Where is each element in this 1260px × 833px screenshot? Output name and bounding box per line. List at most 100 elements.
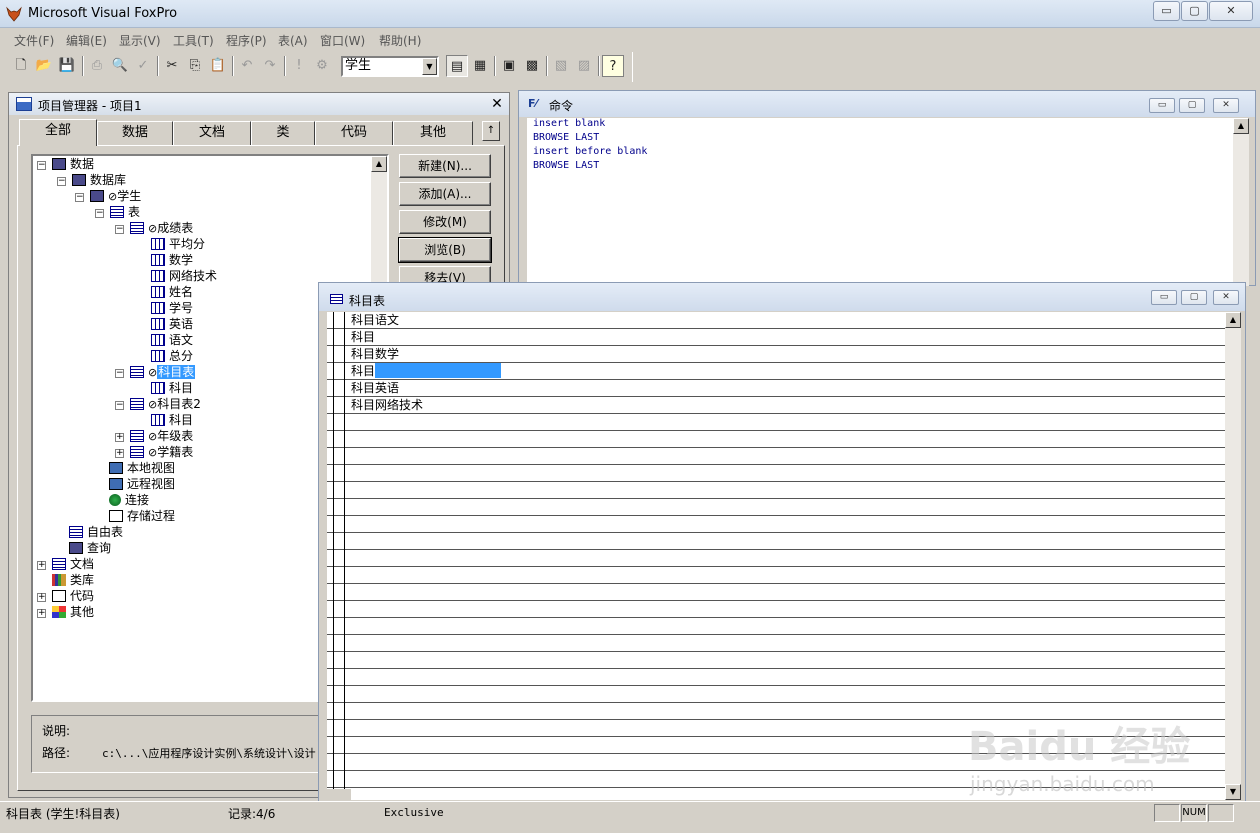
tree-node-grade-table[interactable]: + ⊘年级表	[115, 428, 193, 444]
table-row[interactable]: 科目	[351, 329, 375, 345]
expand-icon[interactable]: +	[37, 609, 46, 618]
maximize-button[interactable]: ▢	[1181, 290, 1207, 305]
menu-window[interactable]: 窗口(W)	[318, 32, 367, 49]
spell-check-icon[interactable]: ✓	[132, 55, 154, 77]
browse-button[interactable]: 浏览(B)	[398, 237, 492, 263]
scroll-up-icon[interactable]: ▲	[371, 156, 387, 172]
tree-node-field[interactable]: 科目	[151, 412, 193, 428]
minimize-button[interactable]: ▭	[1151, 290, 1177, 305]
tree-node-field[interactable]: 数学	[151, 252, 193, 268]
menu-edit[interactable]: 编辑(E)	[64, 32, 109, 49]
form-wizard-icon[interactable]: ▣	[498, 55, 520, 77]
collapse-icon[interactable]: −	[95, 209, 104, 218]
collapse-icon[interactable]: −	[37, 161, 46, 170]
tree-node-field[interactable]: 英语	[151, 316, 193, 332]
tab-scroll-up-icon[interactable]: ↑	[482, 121, 500, 141]
tab-classes[interactable]: 类	[251, 121, 315, 145]
tree-node-local-views[interactable]: 本地视图	[109, 460, 175, 476]
table-row-current[interactable]: 科目	[351, 363, 502, 379]
expand-icon[interactable]: +	[37, 561, 46, 570]
report-wizard-icon[interactable]: ▩	[521, 55, 543, 77]
collapse-icon[interactable]: −	[57, 177, 66, 186]
add-button[interactable]: 添加(A)...	[399, 182, 491, 206]
paste-icon[interactable]: 📋	[207, 55, 229, 77]
cell[interactable]: 科目英语	[351, 381, 399, 395]
tree-node-scores-table[interactable]: − ⊘成绩表	[115, 220, 193, 236]
command-window-icon[interactable]: ▤	[446, 55, 468, 77]
cell[interactable]: 科目网络技术	[351, 398, 423, 412]
menu-file[interactable]: 文件(F)	[12, 32, 56, 49]
tree-node-field[interactable]: 科目	[151, 380, 193, 396]
tree-node-connections[interactable]: 连接	[109, 492, 149, 508]
tree-node-subject2-table[interactable]: − ⊘科目表2	[115, 396, 201, 412]
command-scrollbar[interactable]: ▲	[1233, 118, 1249, 286]
minimize-button[interactable]: ▭	[1149, 98, 1175, 113]
tree-node-code[interactable]: + 代码	[37, 588, 94, 604]
expand-icon[interactable]: +	[37, 593, 46, 602]
save-icon[interactable]: 💾	[56, 55, 78, 77]
menu-tools[interactable]: 工具(T)	[171, 32, 216, 49]
database-select[interactable]: 学生 ▼	[341, 56, 439, 77]
grid-horizontal-scrollbar[interactable]	[327, 789, 351, 800]
table-row[interactable]: 科目数学	[351, 346, 399, 362]
close-button[interactable]: ✕	[1213, 290, 1239, 305]
cut-icon[interactable]: ✂	[161, 55, 183, 77]
cell[interactable]: 科目	[351, 330, 375, 344]
open-icon[interactable]: 📂	[33, 55, 55, 77]
table-row[interactable]: 科目网络技术	[351, 397, 423, 413]
new-button[interactable]: 新建(N)...	[399, 154, 491, 178]
close-button[interactable]: ✕	[1209, 1, 1253, 21]
maximize-button[interactable]: ▢	[1179, 98, 1205, 113]
tab-documents[interactable]: 文档	[173, 121, 251, 145]
tree-node-free-tables[interactable]: 自由表	[69, 524, 123, 540]
minimize-button[interactable]: ▭	[1153, 1, 1180, 21]
redo-icon[interactable]: ↷	[259, 55, 281, 77]
tree-node-class-libs[interactable]: 类库	[52, 572, 94, 588]
tree-node-field[interactable]: 网络技术	[151, 268, 217, 284]
collapse-icon[interactable]: −	[115, 369, 124, 378]
command-editor[interactable]: insert blank BROWSE LAST insert before b…	[527, 118, 1249, 286]
cell-selection[interactable]	[375, 363, 502, 378]
cell[interactable]: 科目数学	[351, 347, 399, 361]
maximize-button[interactable]: ▢	[1181, 1, 1208, 21]
tree-node-database[interactable]: − 数据库	[57, 172, 126, 188]
menu-view[interactable]: 显示(V)	[117, 32, 163, 49]
tab-all[interactable]: 全部	[19, 119, 97, 146]
tree-node-stored-procs[interactable]: 存储过程	[109, 508, 175, 524]
modify-button[interactable]: 修改(M)	[399, 210, 491, 234]
tree-node-field[interactable]: 学号	[151, 300, 193, 316]
new-icon[interactable]: 🗋	[10, 55, 32, 77]
print-preview-icon[interactable]: 🔍	[109, 55, 131, 77]
row-header-column[interactable]	[327, 312, 345, 800]
collapse-icon[interactable]: −	[75, 193, 84, 202]
close-button[interactable]: ✕	[1213, 98, 1239, 113]
autoform-icon[interactable]: ▧	[550, 55, 572, 77]
expand-icon[interactable]: +	[115, 449, 124, 458]
tab-other[interactable]: 其他	[393, 121, 473, 145]
undo-icon[interactable]: ↶	[236, 55, 258, 77]
tree-node-other[interactable]: + 其他	[37, 604, 94, 620]
table-row[interactable]: 科目英语	[351, 380, 399, 396]
menu-help[interactable]: 帮助(H)	[377, 32, 423, 49]
project-manager-close-button[interactable]: ✕	[488, 95, 506, 113]
scroll-down-icon[interactable]: ▼	[1225, 784, 1241, 800]
tree-node-field[interactable]: 总分	[151, 348, 193, 364]
run-icon[interactable]: !	[288, 55, 310, 77]
tree-node-remote-views[interactable]: 远程视图	[109, 476, 175, 492]
modify-form-icon[interactable]: ⚙	[311, 55, 333, 77]
tree-node-field[interactable]: 姓名	[151, 284, 193, 300]
tree-node-data[interactable]: − 数据	[37, 156, 94, 172]
menu-table[interactable]: 表(A)	[276, 32, 310, 49]
tree-node-origin-table[interactable]: + ⊘学籍表	[115, 444, 193, 460]
copy-icon[interactable]: ⎘	[184, 55, 206, 77]
autoreport-icon[interactable]: ▨	[573, 55, 595, 77]
tab-code[interactable]: 代码	[315, 121, 393, 145]
table-row[interactable]: 科目语文	[351, 312, 399, 328]
print-icon[interactable]: ⎙	[86, 55, 108, 77]
tree-node-tables[interactable]: − 表	[95, 204, 140, 220]
chevron-down-icon[interactable]: ▼	[422, 58, 437, 75]
tab-data[interactable]: 数据	[97, 121, 173, 145]
tree-node-field[interactable]: 平均分	[151, 236, 205, 252]
cell[interactable]: 科目语文	[351, 313, 399, 327]
help-icon[interactable]: ?	[602, 55, 624, 77]
